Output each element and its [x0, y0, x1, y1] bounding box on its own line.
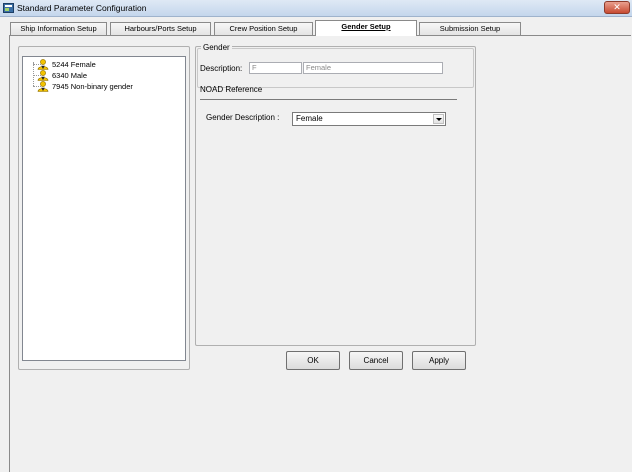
app-icon: [3, 3, 14, 13]
gender-legend: Gender: [201, 43, 232, 52]
tree-item-label: 7945 Non-binary gender: [52, 82, 133, 91]
tree-item-label: 5244 Female: [52, 60, 96, 69]
tab-label: Harbours/Ports Setup: [124, 24, 197, 33]
description-label: Description:: [200, 64, 243, 73]
tree-item-label: 6340 Male: [52, 71, 88, 80]
tree-item-male[interactable]: 6340 Male: [27, 70, 177, 81]
gender-description-select[interactable]: Female: [292, 112, 446, 126]
tab-label: Ship Information Setup: [20, 24, 97, 33]
tab-ship-information-setup[interactable]: Ship Information Setup: [10, 22, 107, 35]
gender-description-value: Female: [306, 63, 332, 72]
person-icon: [37, 59, 49, 70]
tree-item-non-binary[interactable]: 7945 Non-binary gender: [27, 81, 177, 92]
title-bar: Standard Parameter Configuration ✕: [0, 0, 632, 17]
person-icon: [37, 70, 49, 81]
chevron-down-icon[interactable]: [433, 114, 444, 124]
cancel-button[interactable]: Cancel: [349, 351, 403, 370]
tab-crew-position-setup[interactable]: Crew Position Setup: [214, 22, 313, 35]
window-title: Standard Parameter Configuration: [17, 3, 147, 13]
tab-harbours-ports-setup[interactable]: Harbours/Ports Setup: [110, 22, 211, 35]
close-icon: ✕: [613, 2, 621, 12]
tree-item-female[interactable]: 5244 Female: [27, 59, 177, 70]
tab-label: Submission Setup: [439, 24, 501, 33]
gender-tree[interactable]: 5244 Female 6340 Male 7945 Non-binary ge…: [22, 56, 186, 361]
tab-label: Crew Position Setup: [229, 24, 298, 33]
gender-code-field[interactable]: F: [249, 62, 302, 74]
noad-reference-title: NOAD Reference: [200, 85, 263, 94]
noad-separator: [200, 99, 457, 100]
person-icon: [37, 81, 49, 92]
gender-code-value: F: [252, 63, 257, 72]
close-button[interactable]: ✕: [604, 1, 630, 14]
gender-description-label: Gender Description :: [206, 113, 280, 122]
gender-description-field[interactable]: Female: [303, 62, 443, 74]
tab-label: Gender Setup: [341, 22, 391, 31]
tab-submission-setup[interactable]: Submission Setup: [419, 22, 521, 35]
tab-gender-setup[interactable]: Gender Setup: [315, 20, 417, 36]
ok-button[interactable]: OK: [286, 351, 340, 370]
apply-button[interactable]: Apply: [412, 351, 466, 370]
gender-description-select-value: Female: [296, 114, 323, 123]
